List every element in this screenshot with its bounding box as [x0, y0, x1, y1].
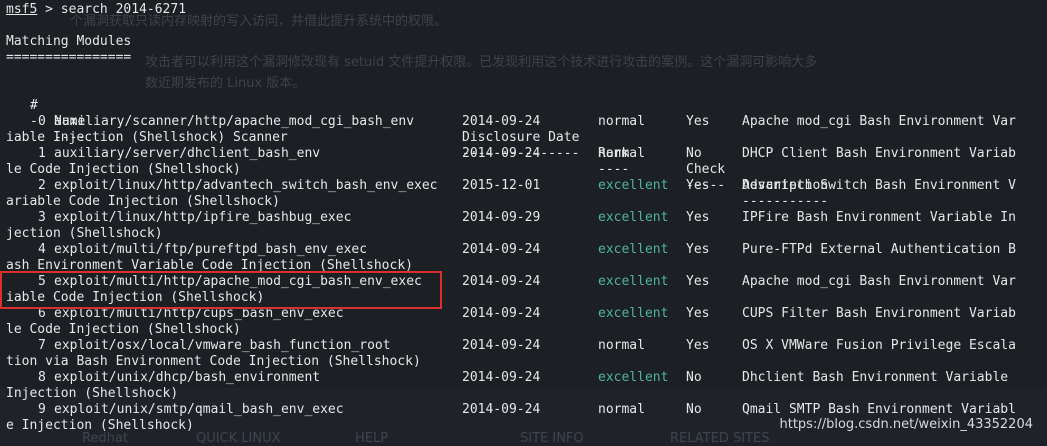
check-supported: No — [686, 402, 702, 417]
module-name-continuation: iable Injection (Shellshock) Scanner — [6, 130, 288, 145]
highlight-box — [0, 271, 442, 309]
module-description: IPFire Bash Environment Variable In — [742, 210, 1016, 225]
disclosure-date: 2014-09-29 — [462, 210, 541, 225]
module-number: 2 — [38, 178, 46, 193]
module-rank: excellent — [598, 242, 669, 257]
watermark-url: https://blog.csdn.net/weixin_43352204 — [779, 417, 1033, 432]
check-supported: No — [686, 370, 702, 385]
disclosure-date: 2014-09-24 — [462, 306, 541, 321]
command-text: > search 2014-6271 — [37, 2, 187, 17]
module-rank: normal — [598, 114, 645, 129]
module-number: 3 — [38, 210, 46, 225]
disclosure-date: 2014-09-24 — [462, 338, 541, 353]
disclosure-date: 2014-09-24 — [462, 242, 541, 257]
module-number: 1 — [38, 146, 46, 161]
module-rank: excellent — [598, 178, 669, 193]
check-supported: Yes — [686, 210, 710, 225]
module-description: DHCP Client Bash Environment Variab — [742, 146, 1016, 161]
separator-description: ----------- — [742, 194, 829, 209]
module-name-continuation: tion via Bash Environment Code Injection… — [6, 354, 421, 369]
module-number: 8 — [38, 370, 46, 385]
module-name: exploit/multi/ftp/pureftpd_bash_env_exec — [54, 242, 368, 257]
command-prompt-line: msf5 > search 2014-6271 — [6, 2, 186, 18]
separator-rank: ---- — [598, 162, 630, 177]
terminal-output: msf5 > search 2014-6271 Matching Modules… — [6, 0, 1047, 445]
separator-num: - — [30, 114, 38, 129]
table-header-row: # Name Disclosure Date Rank Check Descri… — [6, 82, 828, 193]
module-name-continuation: le Code Injection (Shellshock) — [6, 162, 241, 177]
module-name-continuation: e Injection (Shellshock) — [6, 418, 194, 433]
disclosure-date: 2014-09-24 — [462, 274, 541, 289]
module-description: Apache mod_cgi Bash Environment Var — [742, 114, 1016, 129]
module-rank: excellent — [598, 210, 669, 225]
module-name-continuation: jection (Shellshock) — [6, 226, 163, 241]
module-description: Qmail SMTP Bash Environment Variabl — [742, 402, 1016, 417]
disclosure-date: 2014-09-24 — [462, 114, 541, 129]
module-name: exploit/unix/dhcp/bash_environment — [54, 370, 321, 385]
module-name: exploit/linux/http/ipfire_bashbug_exec — [54, 210, 352, 225]
table-separator-row: - ---- --------------- ---- ----- ------… — [6, 98, 828, 209]
module-description: CUPS Filter Bash Environment Variab — [742, 306, 1016, 321]
module-rank: normal — [598, 338, 645, 353]
module-description: Advantech Switch Bash Environment V — [742, 178, 1016, 193]
module-number: 9 — [38, 402, 46, 417]
disclosure-date: 2014-09-24 — [462, 402, 541, 417]
module-rank: excellent — [598, 306, 669, 321]
check-supported: Yes — [686, 338, 710, 353]
column-header-check: Check — [686, 162, 726, 177]
matching-modules-title: Matching Modules — [6, 34, 132, 49]
module-name: exploit/unix/smtp/qmail_bash_env_exec — [54, 402, 344, 417]
disclosure-date: 2014-09-24 — [462, 370, 541, 385]
module-number: 4 — [38, 242, 46, 257]
module-rank: normal — [598, 402, 645, 417]
module-name: auxiliary/server/dhclient_bash_env — [54, 146, 321, 161]
prompt-name: msf5 — [6, 2, 38, 17]
matching-modules-underline: ================ — [6, 50, 132, 65]
module-name-continuation: Injection (Shellshock) — [6, 386, 179, 401]
module-number: 7 — [38, 338, 46, 353]
module-number: 0 — [38, 114, 46, 129]
module-description: OS X VMWare Fusion Privilege Escala — [742, 338, 1016, 353]
module-description: Apache mod_cgi Bash Environment Var — [742, 274, 1016, 289]
check-supported: Yes — [686, 306, 710, 321]
module-name: exploit/osx/local/vmware_bash_function_r… — [54, 338, 391, 353]
column-header-date: Disclosure Date — [462, 130, 580, 145]
module-rank: normal — [598, 146, 645, 161]
disclosure-date: 2015-12-01 — [462, 178, 541, 193]
module-rank: excellent — [598, 274, 669, 289]
module-description: Dhclient Bash Environment Variable — [742, 370, 1009, 385]
module-name: exploit/linux/http/advantech_switch_bash… — [54, 178, 438, 193]
disclosure-date: 2014-09-24 — [462, 146, 541, 161]
check-supported: No — [686, 146, 702, 161]
check-supported: Yes — [686, 114, 710, 129]
module-name-continuation: le Code Injection (Shellshock) — [6, 322, 241, 337]
check-supported: Yes — [686, 178, 710, 193]
check-supported: Yes — [686, 242, 710, 257]
module-name-continuation: ariable Code Injection (Shellshock) — [6, 194, 280, 209]
module-description: Pure-FTPd External Authentication B — [742, 242, 1016, 257]
module-name: auxiliary/scanner/http/apache_mod_cgi_ba… — [54, 114, 415, 129]
check-supported: Yes — [686, 274, 710, 289]
module-rank: excellent — [598, 370, 669, 385]
